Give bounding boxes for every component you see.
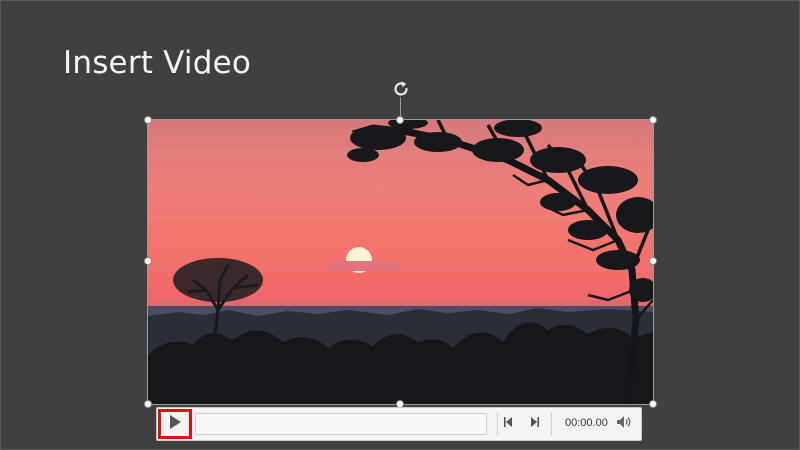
- skip-forward-button[interactable]: [525, 415, 543, 433]
- play-icon: [168, 414, 182, 435]
- volume-button[interactable]: [615, 415, 633, 433]
- divider: [551, 412, 552, 436]
- time-display: 00:00.00: [565, 417, 608, 429]
- slide-canvas: Insert Video 00:00.00: [0, 0, 800, 450]
- video-object[interactable]: [147, 119, 654, 405]
- volume-icon: [616, 415, 632, 434]
- skip-forward-icon: [528, 415, 540, 433]
- resize-handle-top-left[interactable]: [144, 116, 152, 124]
- resize-handle-bottom-left[interactable]: [144, 400, 152, 408]
- progress-bar[interactable]: [195, 413, 487, 435]
- rotate-handle-icon[interactable]: [390, 78, 412, 100]
- slide-title[interactable]: Insert Video: [63, 45, 251, 81]
- divider: [497, 412, 498, 436]
- resize-handle-left[interactable]: [144, 257, 152, 265]
- resize-handle-right[interactable]: [649, 257, 657, 265]
- skip-back-icon: [503, 415, 515, 433]
- skip-back-button[interactable]: [500, 415, 518, 433]
- sunset-video-frame-icon: [148, 120, 653, 404]
- resize-handle-top[interactable]: [396, 116, 404, 124]
- media-controls: 00:00.00: [156, 407, 642, 441]
- resize-handle-top-right[interactable]: [649, 116, 657, 124]
- play-button[interactable]: [158, 409, 192, 439]
- resize-handle-bottom-right[interactable]: [649, 400, 657, 408]
